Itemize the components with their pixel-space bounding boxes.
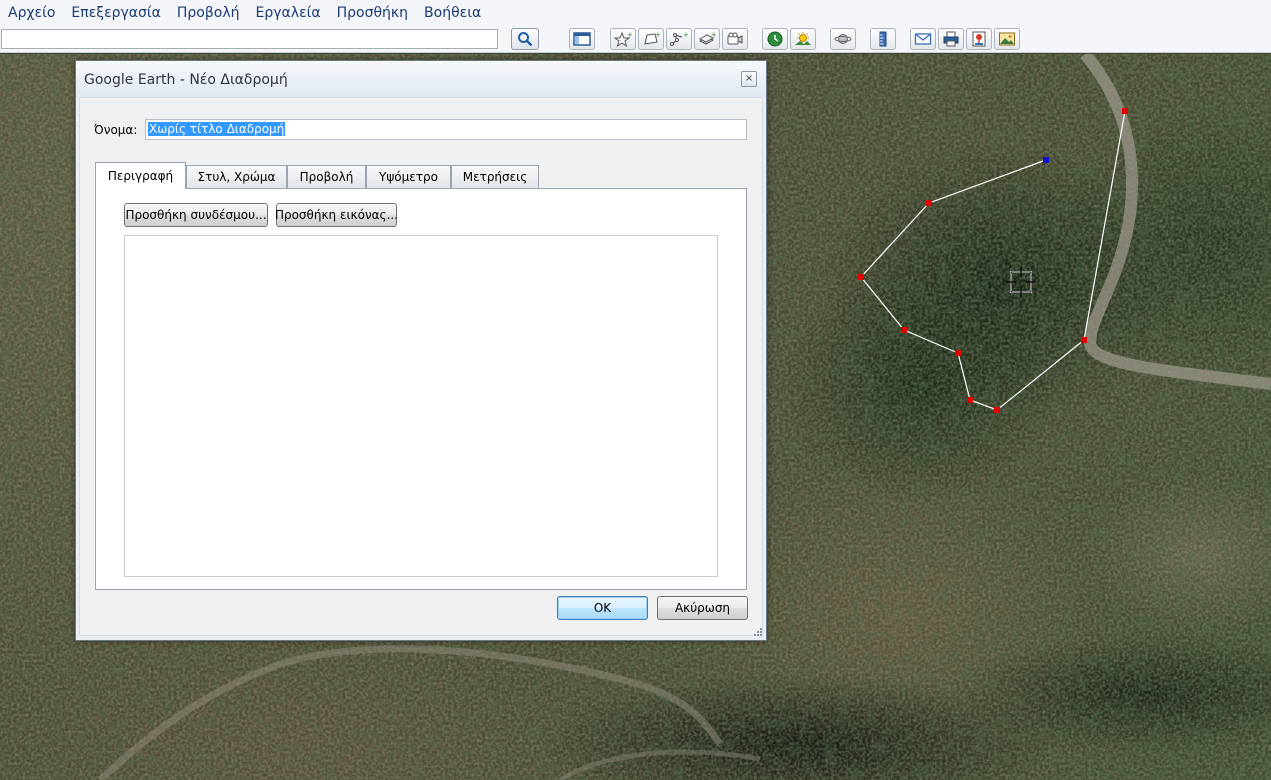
path-vertex[interactable] <box>1122 108 1128 114</box>
add-path-button[interactable]: + <box>666 28 692 50</box>
tab-label: Στυλ, Χρώμα <box>197 170 276 184</box>
add-link-button[interactable]: Προσθήκη συνδέσμου... <box>124 203 268 227</box>
new-path-dialog: Google Earth - Νέο Διαδρομή × Όνομα: Χωρ… <box>75 60 767 641</box>
svg-text:+: + <box>655 31 660 39</box>
description-tab-panel: Προσθήκη συνδέσμου... Προσθήκη εικόνας..… <box>95 188 747 590</box>
resize-grip-icon[interactable] <box>753 627 763 637</box>
search-input[interactable] <box>1 29 498 49</box>
overlay-icon: + <box>698 31 716 45</box>
search-icon <box>518 32 533 47</box>
path-vertex[interactable] <box>955 350 961 356</box>
toolbar: + + + + <box>0 26 1271 53</box>
add-placemark-button[interactable]: + <box>610 28 636 50</box>
save-image-button[interactable] <box>994 28 1020 50</box>
historical-imagery-icon <box>767 31 783 47</box>
path-vertex[interactable] <box>858 274 864 280</box>
ruler-icon <box>879 31 887 47</box>
tab-label: Περιγραφή <box>107 169 174 183</box>
add-image-button[interactable]: Προσθήκη εικόνας... <box>274 203 399 227</box>
menu-edit[interactable]: Επεξεργασία <box>71 5 160 21</box>
sunlight-icon <box>795 32 811 45</box>
name-field-value: Χωρίς τίτλο Διαδρομή <box>148 122 286 136</box>
menu-file[interactable]: Αρχείο <box>8 5 55 21</box>
description-textarea[interactable] <box>124 235 718 577</box>
add-polygon-button[interactable]: + <box>638 28 664 50</box>
sidebar-toggle-button[interactable] <box>569 28 595 50</box>
menu-help[interactable]: Βοήθεια <box>424 5 481 21</box>
dialog-title: Google Earth - Νέο Διαδρομή <box>84 72 288 88</box>
tab-measurements[interactable]: Μετρήσεις <box>451 165 539 188</box>
close-icon: × <box>744 73 754 84</box>
name-label: Όνομα: <box>94 123 138 137</box>
google-maps-icon <box>972 31 986 47</box>
menu-bar: Αρχείο Επεξεργασία Προβολή Εργαλεία Προσ… <box>0 0 1271 26</box>
svg-text:+: + <box>683 31 688 39</box>
tab-label: Μετρήσεις <box>462 170 528 184</box>
menu-tools[interactable]: Εργαλεία <box>256 5 321 21</box>
tour-icon <box>727 32 743 45</box>
path-vertex[interactable] <box>994 407 1000 413</box>
save-image-icon <box>999 32 1015 46</box>
placemark-icon: + <box>614 31 632 47</box>
search-button[interactable] <box>511 28 539 50</box>
sunlight-button[interactable] <box>790 28 816 50</box>
menu-add[interactable]: Προσθήκη <box>337 5 408 21</box>
add-image-label: Προσθήκη εικόνας... <box>274 208 399 222</box>
sidebar-icon <box>573 32 591 46</box>
path-vertex-active[interactable] <box>1043 157 1049 163</box>
email-button[interactable] <box>910 28 936 50</box>
tab-view[interactable]: Προβολή <box>287 165 366 188</box>
print-icon <box>943 31 959 47</box>
path-vertex[interactable] <box>901 327 907 333</box>
name-field[interactable]: Χωρίς τίτλο Διαδρομή <box>145 119 747 140</box>
ok-label: OK <box>593 601 612 615</box>
tab-label: Υψόμετρο <box>379 170 438 184</box>
cancel-label: Ακύρωση <box>674 601 731 615</box>
tab-style-color[interactable]: Στυλ, Χρώμα <box>186 165 287 188</box>
ruler-button[interactable] <box>870 28 896 50</box>
dialog-titlebar[interactable]: Google Earth - Νέο Διαδρομή × <box>76 61 766 97</box>
print-button[interactable] <box>938 28 964 50</box>
svg-text:+: + <box>711 31 716 39</box>
ok-button[interactable]: OK <box>557 596 648 620</box>
cancel-button[interactable]: Ακύρωση <box>657 596 748 620</box>
svg-text:+: + <box>627 31 632 39</box>
close-button[interactable]: × <box>741 71 757 87</box>
path-vertex[interactable] <box>926 200 932 206</box>
path-vertex[interactable] <box>1081 337 1087 343</box>
tab-label: Προβολή <box>299 170 354 184</box>
tab-altitude[interactable]: Υψόμετρο <box>366 165 451 188</box>
path-vertex[interactable] <box>967 397 973 403</box>
polygon-icon: + <box>644 31 660 45</box>
historical-imagery-button[interactable] <box>762 28 788 50</box>
view-in-google-maps-button[interactable] <box>966 28 992 50</box>
planets-icon <box>834 34 852 44</box>
add-image-overlay-button[interactable]: + <box>694 28 720 50</box>
record-tour-button[interactable] <box>722 28 748 50</box>
add-link-label: Προσθήκη συνδέσμου... <box>125 208 267 222</box>
menu-view[interactable]: Προβολή <box>177 5 240 21</box>
path-icon: + <box>670 31 688 46</box>
tab-description[interactable]: Περιγραφή <box>95 162 186 189</box>
switch-planet-button[interactable] <box>830 28 856 50</box>
dialog-body: Όνομα: Χωρίς τίτλο Διαδρομή Περιγραφή Στ… <box>79 97 763 636</box>
email-icon <box>914 33 932 45</box>
